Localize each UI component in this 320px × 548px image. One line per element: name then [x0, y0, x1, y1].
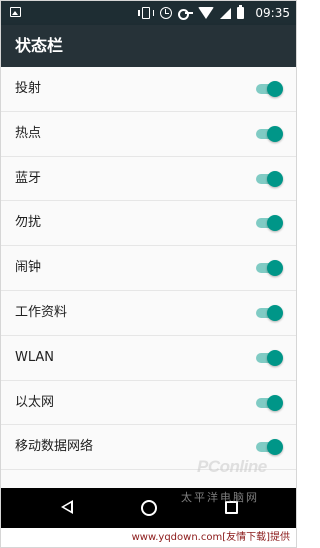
setting-row-bluetooth[interactable]: 蓝牙	[1, 156, 296, 202]
setting-label: 热点	[15, 125, 42, 141]
setting-row-alarm[interactable]: 闹钟	[1, 246, 296, 291]
setting-row-ethernet[interactable]: 以太网	[1, 380, 296, 426]
setting-row-hotspot[interactable]: 热点	[1, 111, 296, 157]
settings-list: 投射 热点 蓝牙 勿扰 闹钟 工作资料 WLAN 以太网 移动数据网络	[1, 67, 296, 471]
footer-credit: www.yqdown.com[友情下载]提供	[131, 532, 290, 543]
cast-toggle[interactable]	[256, 81, 283, 97]
do-not-disturb-toggle[interactable]	[256, 215, 283, 232]
phone-screen: 09:35 状态栏 投射 热点 蓝牙 勿扰 闹钟 工作资料 WLAN 以太网 移…	[0, 0, 297, 548]
signal-icon	[220, 7, 231, 19]
hotspot-toggle[interactable]	[256, 125, 283, 142]
status-time: 09:35	[255, 6, 290, 20]
mobile-data-toggle[interactable]	[256, 439, 283, 456]
ethernet-toggle[interactable]	[256, 394, 283, 411]
page-title: 状态栏	[15, 36, 64, 55]
status-bar: 09:35	[1, 1, 296, 25]
home-icon[interactable]	[141, 500, 157, 516]
toggle-thumb	[267, 215, 283, 232]
bluetooth-toggle[interactable]	[256, 170, 283, 187]
setting-label: 工作资料	[15, 304, 68, 320]
wifi-icon	[198, 7, 214, 19]
work-profile-toggle[interactable]	[256, 304, 283, 321]
toggle-thumb	[267, 260, 283, 277]
image-icon	[10, 7, 21, 17]
status-icons	[138, 5, 244, 21]
setting-label: 移动数据网络	[15, 439, 94, 455]
toggle-thumb	[267, 304, 283, 321]
footer: www.yqdown.com[友情下载]提供	[1, 528, 296, 547]
watermark-subtitle: 太平洋电脑网	[181, 491, 259, 504]
vibrate-icon	[138, 7, 154, 19]
toggle-thumb	[267, 170, 283, 187]
toggle-thumb	[267, 125, 283, 142]
toggle-thumb	[267, 394, 283, 411]
watermark-logo: PConline	[197, 457, 267, 476]
setting-label: 投射	[15, 81, 42, 96]
alarm-toggle[interactable]	[256, 260, 283, 277]
setting-label: 以太网	[15, 394, 55, 410]
setting-label: 勿扰	[15, 215, 42, 231]
back-icon[interactable]	[61, 500, 73, 514]
toggle-thumb	[267, 439, 283, 456]
alarm-icon	[160, 7, 172, 19]
setting-row-cast[interactable]: 投射	[1, 67, 296, 112]
setting-label: 蓝牙	[15, 170, 42, 186]
setting-label: 闹钟	[15, 260, 42, 276]
toggle-thumb	[267, 349, 283, 366]
setting-row-wlan[interactable]: WLAN	[1, 335, 296, 381]
toggle-thumb	[267, 81, 283, 97]
setting-row-work-profile[interactable]: 工作资料	[1, 290, 296, 336]
setting-label: WLAN	[15, 349, 55, 365]
app-bar: 状态栏	[1, 25, 296, 67]
setting-row-do-not-disturb[interactable]: 勿扰	[1, 201, 296, 247]
battery-icon	[237, 5, 244, 19]
key-icon	[178, 9, 193, 20]
wlan-toggle[interactable]	[256, 349, 283, 366]
